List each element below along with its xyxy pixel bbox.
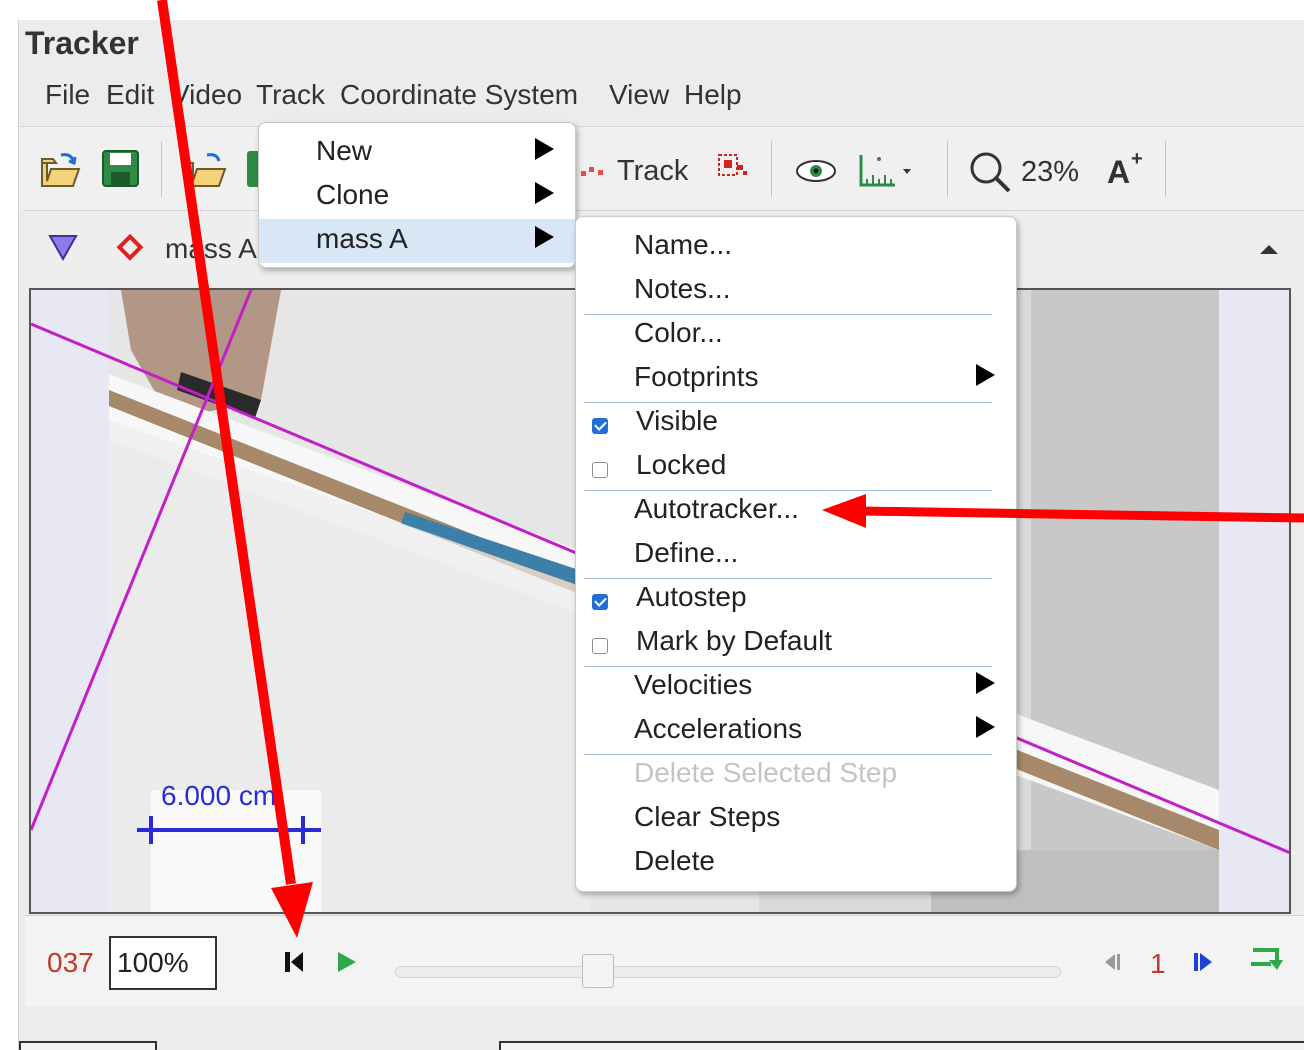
menu-track[interactable]: Track [256,79,325,111]
collapse-icon[interactable] [1257,241,1281,257]
mass-a-submenu: Name... Notes... Color... Footprints Vis… [575,216,1017,892]
coordinate-axes-icon[interactable] [47,233,79,261]
menu-item-define[interactable]: Define... [576,533,1016,577]
bottom-panel [19,1040,1304,1050]
loop-icon[interactable] [1249,946,1283,974]
calibration-stick-label[interactable]: 6.000 cm [161,780,276,812]
bottom-panel-right [499,1041,1304,1050]
frame-slider-thumb[interactable] [582,954,614,988]
title-bar: Tracker [19,20,1304,66]
svg-text:A: A [1107,154,1130,189]
menu-edit[interactable]: Edit [106,79,154,111]
menu-item-locked[interactable]: Locked [576,445,1016,489]
menu-item-label: Mark by Default [636,625,833,656]
menu-item-notes[interactable]: Notes... [576,269,1016,313]
menu-item-visible[interactable]: Visible [576,401,1016,445]
menu-item-mark-by-default[interactable]: Mark by Default [576,621,1016,665]
menu-item-label: Notes... [634,273,731,304]
submenu-arrow-icon [976,716,995,738]
locked-checkbox[interactable] [592,462,608,478]
zoom-level[interactable]: 23% [1021,156,1079,189]
menu-item-label: Clear Steps [634,801,781,832]
autostep-checkbox[interactable] [592,594,608,610]
svg-text:+: + [1131,149,1143,170]
menu-item-label: Define... [634,537,739,568]
open-folder-icon[interactable] [39,151,81,189]
step-forward-icon[interactable] [1191,950,1215,974]
menu-item-mass-a[interactable]: mass A [259,219,575,263]
selected-track-name[interactable]: mass A [165,233,257,265]
toolbar-separator [161,141,162,197]
mark-by-default-checkbox[interactable] [592,638,608,654]
save-icon[interactable] [101,149,141,189]
menu-item-label: Delete [634,845,715,876]
menu-item-label: Autotracker... [634,493,799,524]
submenu-arrow-icon [535,182,554,204]
playback-rate-input[interactable] [109,936,217,990]
track-button-label[interactable]: Track [617,155,688,188]
menu-item-autostep[interactable]: Autostep [576,577,1016,621]
menu-item-delete-selected-step: Delete Selected Step [576,753,1016,797]
menu-item-name[interactable]: Name... [576,225,1016,269]
menu-item-label: Name... [634,229,733,260]
menu-view[interactable]: View [609,79,669,111]
visible-checkbox[interactable] [592,418,608,434]
font-size-icon[interactable]: A + [1105,149,1151,189]
menu-item-accelerations[interactable]: Accelerations [576,709,1016,753]
menu-item-label: Velocities [634,669,753,700]
menu-item-velocities[interactable]: Velocities [576,665,1016,709]
menu-item-label: Autostep [636,581,747,612]
toolbar-separator [771,141,772,197]
menu-item-label: Locked [636,449,727,480]
menu-item-clone[interactable]: Clone [259,175,575,219]
player-bar: 037 1 [25,915,1304,1006]
toolbar-separator [947,141,948,197]
menu-file[interactable]: File [45,79,90,111]
submenu-arrow-icon [535,138,554,160]
magnifier-icon[interactable] [967,149,1013,195]
footprint-icon[interactable] [713,151,753,187]
menu-item-label: Footprints [634,361,759,392]
menu-item-clear-steps[interactable]: Clear Steps [576,797,1016,841]
menu-item-label: Clone [316,179,390,210]
menu-item-label: Visible [636,405,718,436]
submenu-arrow-icon [976,364,995,386]
open-video-icon[interactable] [185,149,227,189]
track-dropdown-menu: New Clone mass A [258,122,576,268]
toolbar-separator [1165,141,1166,197]
frame-slider-track[interactable] [395,966,1061,978]
frame-number: 037 [47,947,94,978]
menu-item-label: Delete Selected Step [634,757,898,788]
menu-item-color[interactable]: Color... [576,313,1016,357]
track-points-icon[interactable] [579,165,609,181]
submenu-arrow-icon [976,672,995,694]
menu-item-label: Accelerations [634,713,803,744]
window-title: Tracker [25,25,139,61]
menu-item-label: New [316,135,373,166]
menu-item-delete[interactable]: Delete [576,841,1016,885]
eye-icon[interactable] [795,159,837,183]
bottom-panel-left [19,1041,157,1050]
step-size[interactable]: 1 [1150,948,1166,980]
point-mass-icon[interactable] [115,233,145,263]
toolbar: Track 23% A + [19,126,1304,211]
menu-bar: File Edit Video Track Coordinate System … [19,76,1304,120]
menu-item-footprints[interactable]: Footprints [576,357,1016,401]
menu-item-label: mass A [316,223,408,254]
menu-help[interactable]: Help [684,79,742,111]
reset-to-start-icon[interactable] [283,950,307,974]
menu-item-autotracker[interactable]: Autotracker... [576,489,1016,533]
submenu-arrow-icon [535,226,554,248]
ruler-icon[interactable] [857,151,913,191]
menu-video[interactable]: Video [171,79,242,111]
menu-item-new[interactable]: New [259,131,575,175]
play-icon[interactable] [335,950,359,974]
menu-item-label: Color... [634,317,723,348]
menu-coordinate-system[interactable]: Coordinate System [340,79,578,111]
step-back-icon[interactable] [1101,950,1125,974]
